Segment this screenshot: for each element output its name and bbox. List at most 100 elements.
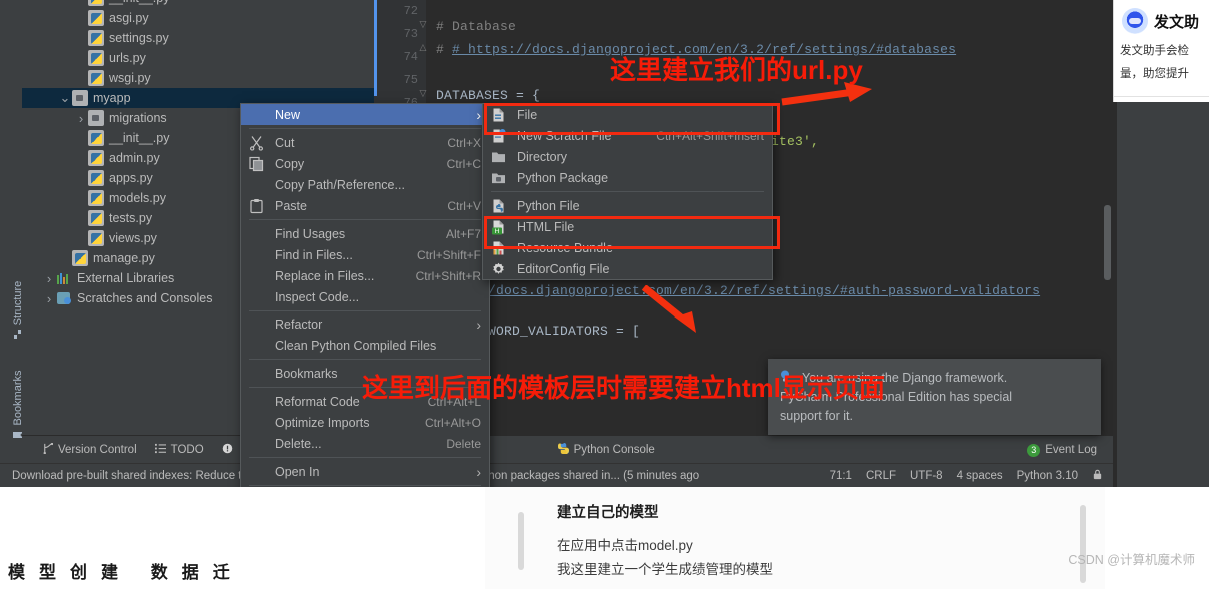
line-number: 73 [403, 27, 418, 41]
right-page-scroll-indicator[interactable] [1080, 505, 1086, 583]
menu-item-shortcut: Ctrl+X [447, 135, 481, 150]
assistant-divider [1114, 96, 1209, 97]
code-fragment-sqlite: ite3', [771, 134, 820, 149]
menu-item-label: Inspect Code... [275, 289, 360, 304]
menu-item-delete[interactable]: Delete... Delete [241, 433, 489, 454]
python-file-icon [88, 30, 104, 46]
menu-item-label: Optimize Imports [275, 415, 370, 430]
menu-item-clean-python-compiled-files[interactable]: Clean Python Compiled Files [241, 335, 489, 356]
menu-item-directory[interactable]: Directory [483, 146, 772, 167]
tree-item-label: myapp [93, 91, 131, 105]
chevron-right-icon[interactable]: › [42, 271, 56, 286]
menu-item-open-in[interactable]: Open In › [241, 461, 489, 482]
tree-item[interactable]: wsgi.py [22, 68, 374, 88]
menu-item-label: Reformat Code [275, 394, 360, 409]
menu-item-label: Python Package [517, 170, 609, 185]
tool-button-version-control[interactable]: Version Control [42, 442, 137, 457]
annotation-top: 这里建立我们的url.py [610, 55, 863, 85]
tree-item[interactable]: asgi.py [22, 8, 374, 28]
menu-item-find-in-files[interactable]: Find in Files... Ctrl+Shift+F [241, 244, 489, 265]
menu-item-replace-in-files[interactable]: Replace in Files... Ctrl+Shift+R [241, 265, 489, 286]
file-encoding[interactable]: UTF-8 [910, 470, 943, 482]
chevron-down-icon[interactable]: ⌄ [58, 90, 72, 106]
menu-item-label: Paste [275, 198, 307, 213]
new-submenu[interactable]: File New Scratch File Ctrl+Alt+Shift+Inser… [482, 103, 773, 280]
publish-assistant-popup[interactable]: 发文助 发文助手会检 量，助您提升 [1113, 0, 1209, 102]
code-fold-toggle[interactable]: ▽ [418, 88, 428, 98]
menu-item-copy-path-reference[interactable]: Copy Path/Reference... [241, 174, 489, 195]
code-line-databases: DATABASES = { [436, 88, 541, 103]
tool-window-bar[interactable]: Version Control TODO Python Console 3 Ev… [22, 435, 1113, 464]
caret-position[interactable]: 71:1 [830, 470, 852, 482]
article-card: 建立自己的模型 在应用中点击model.py 我这里建立一个学生成绩管理的模型 [485, 487, 1105, 589]
tooltip-line-3: support for it. [780, 409, 853, 423]
line-separator[interactable]: CRLF [866, 470, 896, 482]
editor-vertical-scrollbar[interactable] [1104, 205, 1111, 280]
menu-item-python-file[interactable]: Python File [483, 195, 772, 216]
status-bar[interactable]: Download pre-built shared indexes: Reduc… [0, 463, 1113, 487]
tool-button-python-console[interactable]: Python Console [557, 443, 655, 457]
tree-item[interactable]: settings.py [22, 28, 374, 48]
todo-label: TODO [170, 444, 204, 456]
menu-item-refactor[interactable]: Refactor › [241, 314, 489, 335]
tree-item-label: manage.py [93, 251, 155, 265]
tool-button-problems[interactable] [222, 443, 233, 457]
menu-item-find-usages[interactable]: Find Usages Alt+F7 [241, 223, 489, 244]
paste-icon [249, 198, 264, 213]
menu-item-label: Find Usages [275, 226, 346, 241]
code-fold-toggle[interactable]: △ [418, 42, 428, 52]
menu-item-label: Open In [275, 464, 320, 479]
tree-item-label: apps.py [109, 171, 153, 185]
python-icon [557, 443, 569, 457]
menu-item-python-package[interactable]: Python Package [483, 167, 772, 188]
branch-icon [42, 442, 54, 457]
tree-item-label: migrations [109, 111, 167, 125]
menu-item-paste[interactable]: Paste Ctrl+V [241, 195, 489, 216]
cut-icon [249, 135, 264, 151]
menu-item-label: Delete... [275, 436, 322, 451]
menu-item-copy[interactable]: Copy Ctrl+C [241, 153, 489, 174]
menu-item-resource-bundle[interactable]: Resource Bundle [483, 237, 772, 258]
tree-item-label: settings.py [109, 31, 169, 45]
libraries-icon [56, 270, 72, 286]
chevron-right-icon[interactable]: › [74, 111, 88, 126]
line-number: 72 [403, 4, 418, 18]
arrow-to-new-menu [781, 82, 872, 106]
tool-button-event-log[interactable]: 3 Event Log [1027, 443, 1097, 457]
tree-item-label: __init__.py [109, 0, 169, 5]
chevron-right-icon[interactable]: › [42, 291, 56, 306]
tree-item-label: __init__.py [109, 131, 170, 145]
line-number: 75 [403, 73, 418, 87]
code-fold-toggle[interactable]: ▽ [418, 19, 428, 29]
python-file-icon [88, 10, 104, 26]
menu-item-shortcut: Ctrl+Alt+Shift+Insert [656, 128, 764, 143]
python-interpreter[interactable]: Python 3.10 [1017, 470, 1078, 482]
menu-item-inspect-code[interactable]: Inspect Code... [241, 286, 489, 307]
python-file-icon [72, 250, 88, 266]
tool-button-todo[interactable]: TODO [154, 443, 204, 457]
chevron-right-icon: › [476, 316, 481, 333]
menu-item-file[interactable]: File [483, 104, 772, 125]
tree-item[interactable]: __init__.py [22, 0, 374, 8]
menu-item-editorconfig-file[interactable]: EditorConfig File [483, 258, 772, 279]
menu-item-new-scratch-file[interactable]: New Scratch File Ctrl+Alt+Shift+Insert [483, 125, 772, 146]
python-file-icon [88, 0, 104, 6]
menu-item-cut[interactable]: Cut Ctrl+X [241, 132, 489, 153]
left-page-scroll-indicator[interactable] [518, 512, 524, 570]
code-fragment-validators-url[interactable]: ps://docs.djangoproject.com/en/3.2/ref/s… [456, 283, 1040, 298]
menu-item-label: Bookmarks [275, 366, 338, 381]
menu-item-html-file[interactable]: H HTML File [483, 216, 772, 237]
menu-item-optimize-imports[interactable]: Optimize Imports Ctrl+Alt+O [241, 412, 489, 433]
menu-item-shortcut: Ctrl+V [447, 198, 481, 213]
indent-setting[interactable]: 4 spaces [957, 470, 1003, 482]
context-menu[interactable]: New › Cut Ctrl+X Copy Ctrl+C Copy Path/Referen… [240, 103, 490, 487]
html-file-icon: H [491, 219, 506, 235]
resource-bundle-icon [491, 240, 506, 255]
menu-separator [249, 128, 481, 129]
menu-item-new[interactable]: New › [241, 104, 489, 125]
menu-item-label: EditorConfig File [517, 261, 610, 276]
lock-icon[interactable] [1092, 469, 1103, 483]
line-number: 74 [403, 50, 418, 64]
tree-item[interactable]: urls.py [22, 48, 374, 68]
menu-item-label: Resource Bundle [517, 240, 613, 255]
